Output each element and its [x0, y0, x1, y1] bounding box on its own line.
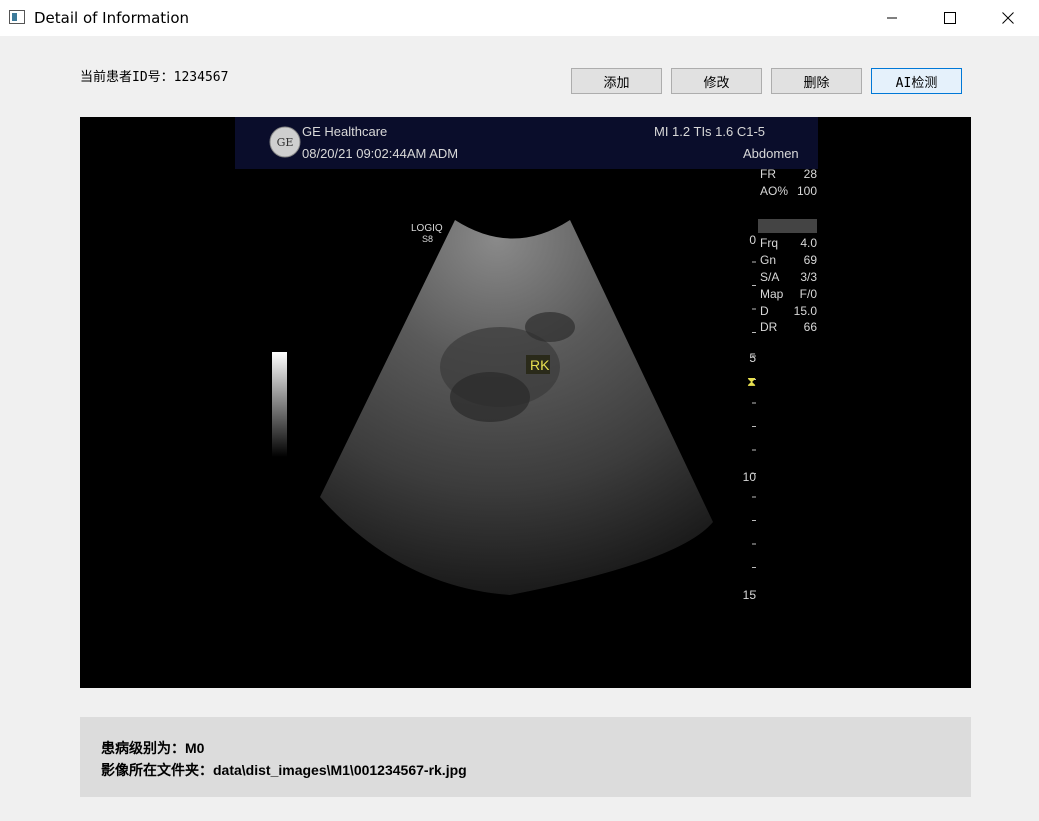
ai-detect-button[interactable]: AI检测	[871, 68, 962, 94]
param-value: 15.0	[794, 304, 818, 318]
ultrasound-scan: GE GE Healthcare 08/20/21 09:02:44AM ADM…	[235, 117, 818, 602]
edit-button[interactable]: 修改	[671, 68, 762, 94]
patient-id-label: 当前患者ID号：1234567	[80, 70, 229, 85]
grayscale-bar	[272, 352, 287, 457]
param-key: S/A	[760, 270, 779, 284]
brand-text: GE Healthcare	[302, 124, 387, 139]
svg-text:GE: GE	[277, 136, 294, 149]
depth-mark: 5	[749, 351, 756, 365]
close-icon	[1002, 12, 1014, 24]
minimize-button[interactable]	[863, 0, 921, 36]
image-path-text: 影像所在文件夹：data\dist_images\M1\001234567-rk…	[101, 762, 467, 778]
param-key: DR	[760, 320, 778, 334]
close-button[interactable]	[979, 0, 1037, 36]
minimize-icon	[887, 17, 897, 19]
svg-text:⧗: ⧗	[747, 375, 756, 390]
param-key: Map	[760, 287, 784, 301]
disease-grade-text: 患病级别为：M0	[101, 740, 205, 756]
device-model-text: S8	[422, 234, 433, 244]
param-key: FR	[760, 167, 776, 181]
ultrasound-image: GE GE Healthcare 08/20/21 09:02:44AM ADM…	[80, 117, 971, 688]
depth-mark: 15	[743, 588, 757, 602]
param-key: Gn	[760, 253, 776, 267]
device-text: LOGIQ	[411, 223, 443, 234]
maximize-button[interactable]	[921, 0, 979, 36]
param-key: D	[760, 304, 769, 318]
param-value: 3/3	[800, 270, 817, 284]
info-panel: 患病级别为：M0 影像所在文件夹：data\dist_images\M1\001…	[80, 717, 971, 797]
rk-label: RK	[530, 357, 550, 373]
maximize-icon	[944, 12, 956, 24]
window-title: Detail of Information	[34, 9, 190, 27]
param-value: 66	[804, 320, 818, 334]
param-key: Frq	[760, 236, 778, 250]
app-icon	[9, 10, 25, 24]
add-button[interactable]: 添加	[571, 68, 662, 94]
param-value: 100	[797, 184, 817, 198]
title-bar: Detail of Information	[0, 0, 1039, 36]
depth-mark: 0	[749, 233, 756, 247]
mi-text: MI 1.2 TIs 1.6 C1-5	[654, 124, 765, 139]
param-value: F/0	[800, 287, 818, 301]
param-value: 69	[804, 253, 818, 267]
region-text: Abdomen	[743, 146, 799, 161]
delete-button[interactable]: 删除	[771, 68, 862, 94]
param-value: 4.0	[800, 236, 817, 250]
param-value: 28	[804, 167, 818, 181]
depth-mark: 10	[743, 470, 757, 484]
datetime-text: 08/20/21 09:02:44AM ADM	[302, 146, 458, 161]
param-key: AO%	[760, 184, 788, 198]
